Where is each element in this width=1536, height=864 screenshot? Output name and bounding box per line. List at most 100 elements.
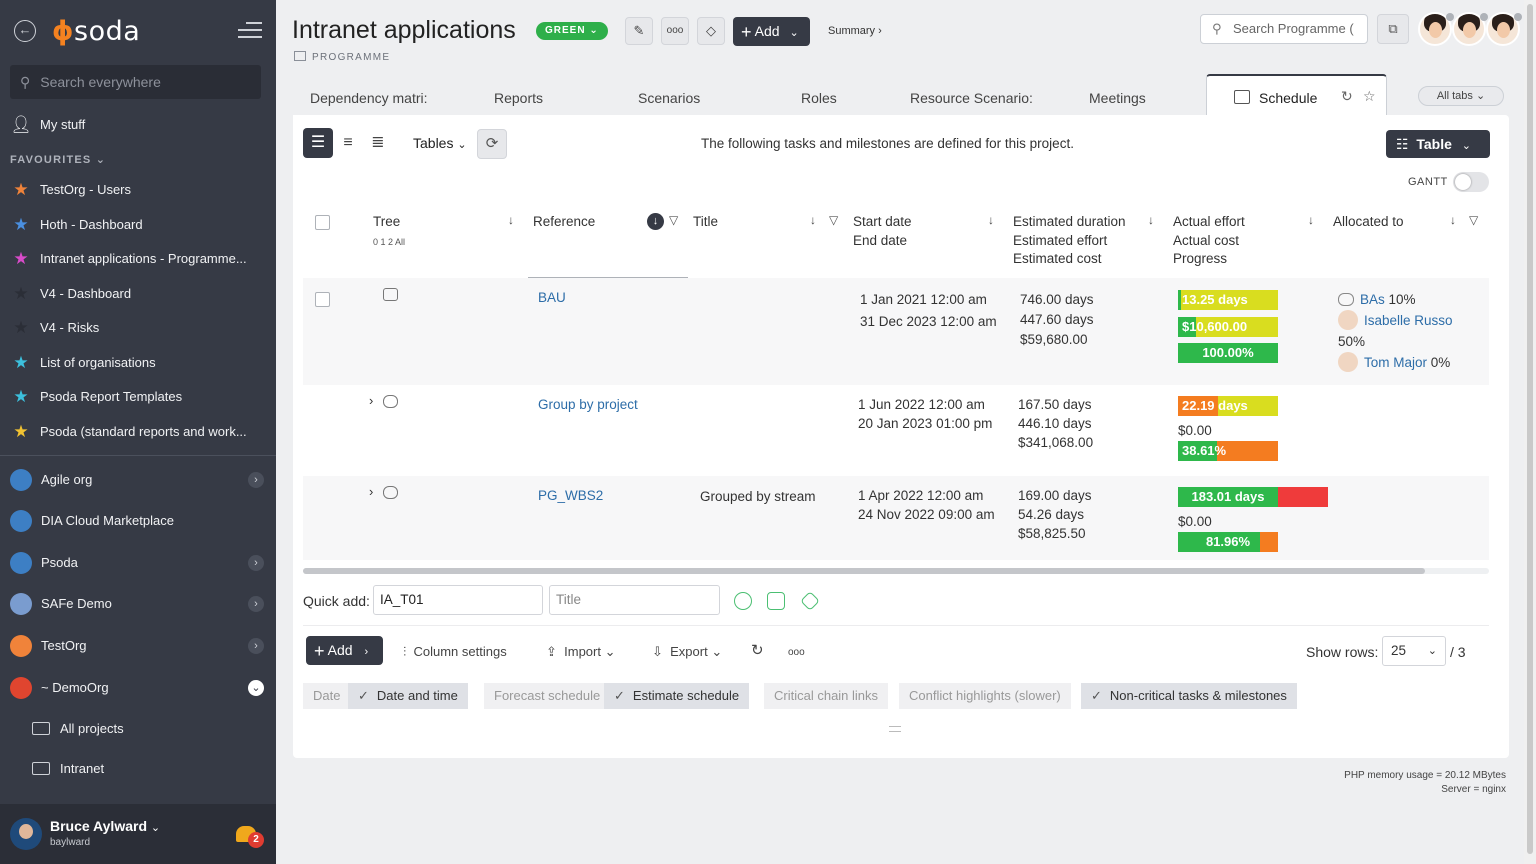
user-panel[interactable]: Bruce Aylward ⌄ baylward bbox=[0, 804, 276, 864]
schedule-option-toggle[interactable]: Forecast schedule bbox=[484, 683, 611, 709]
sidebar-favourite-item[interactable]: ★ V4 - Dashboard bbox=[0, 279, 276, 309]
column-header-reference[interactable]: Reference bbox=[533, 213, 595, 232]
resize-grip-icon[interactable] bbox=[889, 726, 901, 732]
add-task-button[interactable]: + Add › bbox=[306, 636, 383, 665]
chevron-right-icon[interactable]: › bbox=[248, 596, 264, 612]
tab-item[interactable]: Scenarios bbox=[638, 90, 700, 106]
sort-icon[interactable]: ↓ bbox=[988, 213, 994, 227]
column-header-actuals[interactable]: Actual effort Actual cost Progress bbox=[1173, 213, 1245, 269]
chevron-right-icon[interactable]: › bbox=[248, 555, 264, 571]
filter-icon[interactable]: ▽ bbox=[1469, 213, 1478, 227]
sidebar-sub-item[interactable]: All projects bbox=[0, 713, 276, 745]
add-group-icon[interactable] bbox=[734, 592, 752, 610]
tab-item[interactable]: Roles bbox=[801, 90, 837, 106]
sort-icon[interactable]: ↓ bbox=[508, 213, 514, 227]
sort-icon[interactable]: ↓ bbox=[1450, 213, 1456, 227]
expand-icon[interactable]: › bbox=[369, 393, 373, 408]
row-reference-link[interactable]: PG_WBS2 bbox=[538, 486, 603, 506]
column-header-tree[interactable]: Tree 0 1 2 All bbox=[373, 213, 405, 251]
sidebar-favourite-item[interactable]: ★ TestOrg - Users bbox=[0, 175, 276, 205]
column-header-title[interactable]: Title bbox=[693, 213, 718, 232]
sidebar-favourite-item[interactable]: ★ Psoda (standard reports and work... bbox=[0, 417, 276, 447]
add-task-icon[interactable] bbox=[767, 592, 785, 610]
row-reference-link[interactable]: Group by project bbox=[538, 395, 638, 415]
summary-link[interactable]: Summary › bbox=[828, 25, 882, 37]
sidebar-org-item[interactable]: Psoda › bbox=[0, 545, 276, 581]
sidebar-org-item[interactable]: TestOrg › bbox=[0, 628, 276, 664]
row-checkbox[interactable] bbox=[315, 292, 330, 307]
column-header-estimates[interactable]: Estimated duration Estimated effort Estima… bbox=[1013, 213, 1126, 269]
sort-icon[interactable]: ↓ bbox=[810, 213, 816, 227]
sidebar-favourite-item[interactable]: ★ Psoda Report Templates bbox=[0, 382, 276, 412]
gantt-toggle[interactable] bbox=[1453, 172, 1489, 192]
select-all-checkbox[interactable] bbox=[315, 215, 330, 230]
import-button[interactable]: ⇪ Import ⌄ bbox=[546, 644, 616, 660]
tab-item[interactable]: Dependency matri: bbox=[310, 90, 428, 106]
star-icon[interactable]: ☆ bbox=[1363, 88, 1376, 105]
sort-active-icon[interactable]: ↓ bbox=[647, 213, 664, 230]
horizontal-scrollbar[interactable] bbox=[303, 568, 1425, 574]
expand-icon[interactable]: › bbox=[369, 484, 373, 499]
schedule-option-toggle[interactable]: Date bbox=[303, 683, 351, 709]
notification-count-badge[interactable]: 2 bbox=[248, 832, 264, 848]
column-settings-button[interactable]: ⫶ Column settings bbox=[403, 644, 507, 660]
sidebar-org-item[interactable]: Agile org › bbox=[0, 462, 276, 498]
sidebar-org-item[interactable]: SAFe Demo › bbox=[0, 586, 276, 622]
more-icon[interactable]: ooo bbox=[788, 647, 805, 658]
schedule-option-toggle[interactable]: Conflict highlights (slower) bbox=[899, 683, 1071, 709]
sidebar-org-item[interactable]: ~ DemoOrg ⌄ bbox=[0, 670, 276, 706]
scroll-thumb[interactable] bbox=[1527, 4, 1533, 854]
show-rows-select[interactable]: 25 ⌄ bbox=[1382, 636, 1446, 666]
external-link-button[interactable]: ⧉ bbox=[1377, 14, 1409, 44]
schedule-option-toggle[interactable]: Critical chain links bbox=[764, 683, 889, 709]
favourites-heading[interactable]: FAVOURITES ⌄ bbox=[10, 153, 106, 166]
table-view-dropdown[interactable]: ☷ Table ⌄ bbox=[1386, 130, 1490, 158]
add-milestone-icon[interactable] bbox=[800, 591, 820, 611]
chevron-right-icon[interactable]: › bbox=[248, 638, 264, 654]
sidebar-org-item[interactable]: DIA Cloud Marketplace bbox=[0, 503, 276, 539]
chevron-right-icon[interactable]: › bbox=[248, 472, 264, 488]
row-reference-link[interactable]: BAU bbox=[538, 288, 566, 308]
resource-link[interactable]: Isabelle Russo bbox=[1364, 313, 1453, 328]
tag-button[interactable]: ◇ bbox=[697, 17, 725, 45]
all-tabs-dropdown[interactable]: All tabs ⌄ bbox=[1418, 86, 1504, 106]
filter-icon[interactable]: ▽ bbox=[829, 213, 838, 227]
edit-button[interactable]: ✎ bbox=[625, 17, 653, 45]
list-view-icon[interactable]: ☰ bbox=[303, 128, 333, 158]
dense-view-icon[interactable]: ≣ bbox=[363, 128, 393, 158]
sidebar-favourite-item[interactable]: ★ Hoth - Dashboard bbox=[0, 210, 276, 240]
refresh-icon[interactable]: ↻ bbox=[1341, 88, 1353, 105]
task-list-icon[interactable] bbox=[383, 288, 398, 301]
group-task-icon[interactable] bbox=[383, 486, 398, 499]
filter-icon[interactable]: ▽ bbox=[669, 213, 678, 227]
column-header-allocated[interactable]: Allocated to bbox=[1333, 213, 1404, 232]
resource-group-link[interactable]: BAs bbox=[1360, 292, 1385, 307]
sidebar-item-my-stuff[interactable]: 👤︎ My stuff bbox=[0, 110, 276, 140]
sidebar-favourite-item[interactable]: ★ V4 - Risks bbox=[0, 313, 276, 343]
schedule-option-toggle[interactable]: ✓ Date and time bbox=[348, 683, 468, 709]
sidebar-search-input[interactable]: ⚲ Search everywhere bbox=[10, 65, 261, 99]
tab-item[interactable]: Meetings bbox=[1089, 90, 1146, 106]
tables-dropdown[interactable]: Tables ⌄ bbox=[413, 135, 467, 151]
group-task-icon[interactable] bbox=[383, 395, 398, 408]
sidebar-sub-item[interactable]: Intranet bbox=[0, 753, 276, 785]
compact-view-icon[interactable]: ≡ bbox=[333, 128, 363, 158]
schedule-option-toggle[interactable]: ✓ Estimate schedule bbox=[604, 683, 750, 709]
psoda-logo[interactable]: ɸsoda bbox=[52, 16, 140, 47]
sort-icon[interactable]: ↓ bbox=[1148, 213, 1154, 227]
sidebar-favourite-item[interactable]: ★ List of organisations bbox=[0, 348, 276, 378]
schedule-option-toggle[interactable]: ✓ Non-critical tasks & milestones bbox=[1081, 683, 1297, 709]
status-badge[interactable]: GREEN ⌄ bbox=[536, 22, 608, 40]
tab-item[interactable]: Resource Scenario: bbox=[910, 90, 1033, 106]
recalculate-button[interactable]: ⟳ bbox=[477, 129, 507, 159]
sidebar-favourite-item[interactable]: ★ Intranet applications - Programme... bbox=[0, 244, 276, 274]
sort-icon[interactable]: ↓ bbox=[1308, 213, 1314, 227]
more-button[interactable]: ooo bbox=[661, 17, 689, 45]
tree-level-selector[interactable]: 0 1 2 All bbox=[373, 237, 405, 247]
refresh-icon[interactable]: ↻ bbox=[751, 641, 764, 659]
quick-add-reference-input[interactable]: IA_T01 bbox=[373, 585, 543, 615]
vertical-scrollbar[interactable] bbox=[1524, 0, 1536, 864]
add-button[interactable]: + Add ⌄ bbox=[733, 17, 810, 46]
programme-search-input[interactable]: ⚲ Search Programme ( bbox=[1200, 14, 1368, 44]
column-header-dates[interactable]: Start date End date bbox=[853, 213, 912, 250]
